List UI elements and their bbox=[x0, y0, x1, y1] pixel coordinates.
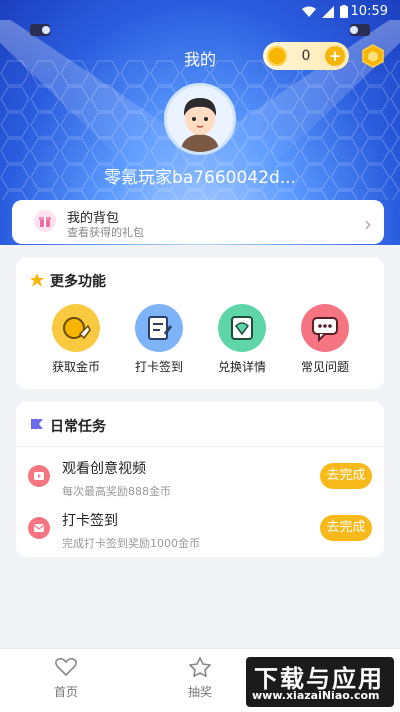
task-row: 打卡签到 完成打卡签到奖励1000金币 去完成 bbox=[16, 507, 384, 559]
tab-label: 首页 bbox=[53, 685, 78, 699]
feature-get-coins[interactable]: 获取金币 bbox=[46, 304, 106, 375]
complete-task-button[interactable]: 去完成 bbox=[320, 463, 372, 489]
chevron-right-icon: › bbox=[364, 212, 372, 236]
status-bar: 10:59 bbox=[0, 0, 400, 24]
badge-hexagon-icon[interactable] bbox=[362, 44, 384, 68]
avatar-boy-icon bbox=[167, 86, 233, 152]
avatar[interactable] bbox=[164, 83, 236, 155]
backpack-subtitle: 查看获得的礼包 bbox=[67, 226, 144, 239]
spotlight-left-icon bbox=[30, 24, 50, 36]
battery-icon bbox=[340, 5, 348, 18]
spotlight-right-icon bbox=[350, 24, 370, 36]
divider bbox=[16, 446, 384, 447]
star-outline-icon bbox=[189, 657, 211, 677]
tab-home[interactable]: 首页 bbox=[26, 657, 106, 700]
daily-tasks-card: 日常任务 观看创意视频 每次最高奖励888金币 去完成 打卡签到 完成打卡签到奖… bbox=[16, 402, 384, 557]
more-features-card: 更多功能 获取金币 打卡签到 兑换详情 常见问题 bbox=[16, 258, 384, 389]
daily-tasks-title: 日常任务 bbox=[50, 419, 106, 435]
task-name: 观看创意视频 bbox=[62, 461, 146, 477]
watermark-url: www.xiazaiNiao.com bbox=[252, 689, 380, 702]
chat-icon bbox=[301, 304, 349, 352]
task-description: 完成打卡签到奖励1000金币 bbox=[62, 537, 200, 550]
complete-task-button[interactable]: 去完成 bbox=[320, 515, 372, 541]
task-name: 打卡签到 bbox=[62, 513, 118, 529]
feature-label: 打卡签到 bbox=[134, 360, 183, 374]
signal-icon bbox=[322, 5, 334, 18]
feature-faq[interactable]: 常见问题 bbox=[295, 304, 355, 375]
video-icon bbox=[28, 465, 50, 487]
coin-icon bbox=[267, 46, 287, 66]
status-icons bbox=[302, 5, 348, 18]
task-row: 观看创意视频 每次最高奖励888金币 去完成 bbox=[16, 455, 384, 507]
coin-hand-icon bbox=[52, 304, 100, 352]
watermark-logo: 下载与应用 www.xiazaiNiao.com bbox=[246, 657, 394, 707]
more-features-title: 更多功能 bbox=[50, 274, 106, 290]
bottom-tab-bar: 首页 抽奖 下载与应用 www.xiazaiNiao.com bbox=[0, 648, 400, 712]
feature-label: 常见问题 bbox=[300, 360, 349, 374]
feature-checkin[interactable]: 打卡签到 bbox=[129, 304, 189, 375]
feature-exchange-details[interactable]: 兑换详情 bbox=[212, 304, 272, 375]
mail-icon bbox=[28, 517, 50, 539]
flag-icon bbox=[31, 419, 43, 429]
feature-label: 兑换详情 bbox=[217, 360, 266, 374]
star-icon bbox=[30, 273, 44, 287]
tab-lottery[interactable]: 抽奖 bbox=[160, 657, 240, 700]
coin-count: 0 bbox=[301, 48, 311, 64]
tab-label: 抽奖 bbox=[187, 685, 212, 699]
exchange-icon bbox=[218, 304, 266, 352]
add-coins-button[interactable]: + bbox=[324, 46, 345, 66]
backpack-card[interactable]: 我的背包 查看获得的礼包 › bbox=[12, 200, 384, 244]
coin-balance[interactable]: 0 + bbox=[263, 42, 349, 70]
username: 零氪玩家ba7660042d... bbox=[104, 168, 296, 188]
feature-label: 获取金币 bbox=[51, 360, 100, 374]
checkin-icon bbox=[135, 304, 183, 352]
heart-icon bbox=[55, 658, 77, 677]
gift-icon bbox=[34, 210, 56, 232]
wifi-icon bbox=[302, 6, 316, 17]
status-time: 10:59 bbox=[350, 4, 388, 19]
task-description: 每次最高奖励888金币 bbox=[62, 485, 171, 498]
